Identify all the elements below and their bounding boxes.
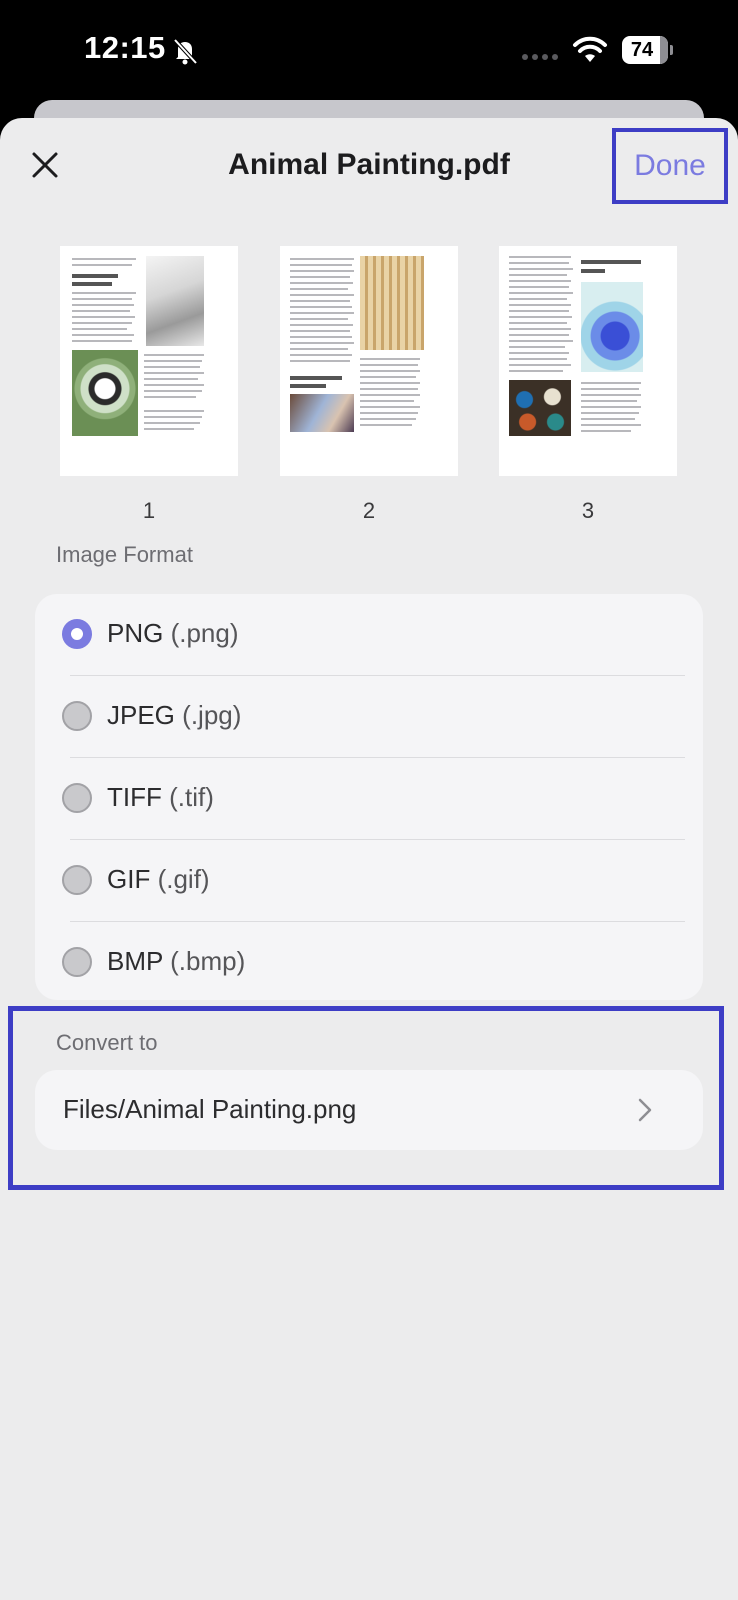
format-name: TIFF — [107, 782, 162, 812]
destination-path: Files/Animal Painting.png — [63, 1094, 357, 1124]
format-option-gif[interactable]: GIF (.gif) — [35, 840, 703, 922]
format-option-jpeg[interactable]: JPEG (.jpg) — [35, 676, 703, 758]
format-name: BMP — [107, 946, 163, 976]
watercolor-image — [581, 282, 643, 372]
export-sheet: Animal Painting.pdf Done 1 2 3 Image For… — [0, 118, 738, 1600]
radio-icon[interactable] — [62, 783, 92, 813]
format-extension: (.bmp) — [170, 946, 246, 976]
format-option-png[interactable]: PNG (.png) — [35, 594, 703, 676]
radio-icon[interactable] — [62, 865, 92, 895]
status-time: 12:15 — [84, 30, 166, 65]
bell-slash-icon — [173, 38, 198, 65]
radio-icon[interactable] — [62, 701, 92, 731]
convert-to-label: Convert to — [56, 1030, 158, 1055]
paint-jars-image — [509, 380, 571, 436]
page-number-2: 2 — [362, 498, 376, 523]
format-name: JPEG — [107, 700, 175, 730]
wifi-icon — [573, 36, 607, 62]
page-number-3: 3 — [581, 498, 595, 523]
radio-icon[interactable] — [62, 947, 92, 977]
battery-level: 74 — [630, 38, 654, 61]
paint-palette-image — [360, 256, 424, 350]
battery-icon: 74 — [622, 36, 673, 64]
painting-image — [290, 394, 354, 432]
page-thumbnail-1[interactable] — [60, 246, 238, 476]
convert-destination-row[interactable]: Files/Animal Painting.png — [35, 1070, 703, 1150]
format-extension: (.png) — [170, 618, 239, 648]
radio-selected-icon[interactable] — [62, 619, 92, 649]
done-button[interactable]: Done — [612, 128, 728, 204]
image-format-group: PNG (.png) JPEG (.jpg) TIFF (.tif) GIF (… — [35, 594, 703, 1000]
status-bar: 12:15 74 — [0, 0, 738, 100]
chevron-right-icon — [638, 1098, 652, 1122]
format-name: PNG — [107, 618, 164, 648]
format-extension: (.jpg) — [182, 700, 242, 730]
page-number-1: 1 — [142, 498, 156, 523]
page-thumbnail-2[interactable] — [280, 246, 458, 476]
dog-sketch-image — [146, 256, 204, 346]
image-format-label: Image Format — [56, 542, 193, 567]
done-button-label: Done — [634, 149, 706, 182]
dog-portrait-image — [72, 350, 138, 436]
format-extension: (.gif) — [157, 864, 210, 894]
format-option-tiff[interactable]: TIFF (.tif) — [35, 758, 703, 840]
page-thumbnail-3[interactable] — [499, 246, 677, 476]
format-name: GIF — [107, 864, 151, 894]
format-extension: (.tif) — [169, 782, 214, 812]
format-option-bmp[interactable]: BMP (.bmp) — [35, 922, 703, 1000]
signal-icon — [522, 54, 558, 60]
